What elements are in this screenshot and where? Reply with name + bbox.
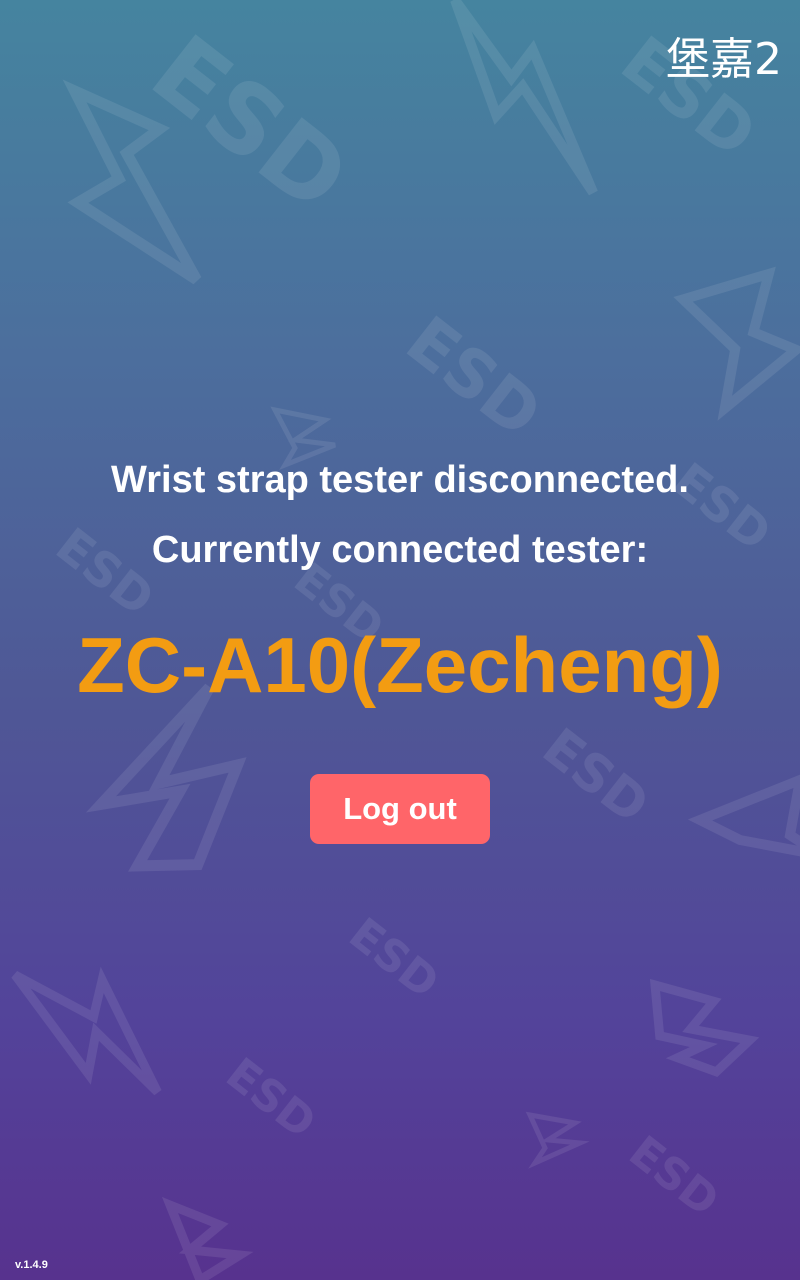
esd-watermark: ESD xyxy=(217,1048,326,1149)
lightning-bolt-icon xyxy=(450,0,598,196)
lightning-bolt-icon xyxy=(62,79,202,285)
connected-tester-label: Currently connected tester: xyxy=(151,529,649,571)
lightning-bolt-icon xyxy=(649,978,760,1078)
lightning-bolt-icon xyxy=(11,966,162,1096)
app-screen: ESD ESD ESD ESD ESD ESD ESD ESD ESD ESD xyxy=(0,0,800,1280)
app-version: v.1.4.9 xyxy=(15,1259,48,1271)
lightning-bolt-icon xyxy=(525,1111,590,1169)
esd-watermark: ESD xyxy=(131,14,369,234)
disconnected-message: Wrist strap tester disconnected. xyxy=(111,459,689,501)
device-name: 堡嘉2 xyxy=(666,34,782,85)
esd-watermark: ESD xyxy=(531,717,659,836)
lightning-bolt-icon xyxy=(85,683,247,872)
esd-watermark: ESD xyxy=(392,302,556,453)
esd-watermark: ESD xyxy=(620,1126,729,1227)
lightning-bolt-icon xyxy=(687,774,800,857)
lightning-bolt-icon xyxy=(673,266,800,421)
esd-watermark: ESD xyxy=(340,908,449,1009)
lightning-bolt-icon xyxy=(161,1196,254,1280)
connected-tester-name: ZC-A10(Zecheng) xyxy=(77,621,723,709)
logout-button[interactable]: Log out xyxy=(310,774,490,844)
